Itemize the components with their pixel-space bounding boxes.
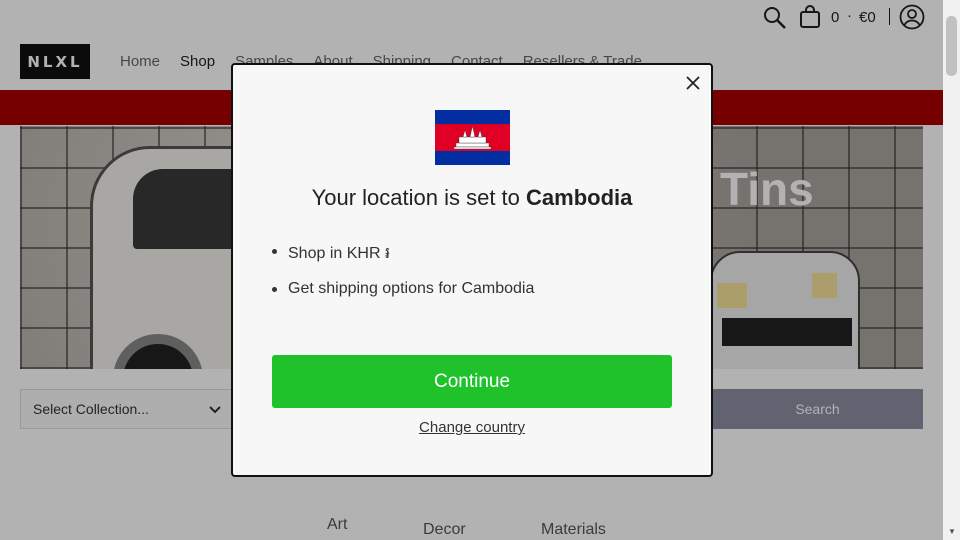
continue-button[interactable]: Continue [272,355,672,408]
location-title-prefix: Your location is set to [311,185,520,210]
list-item: Get shipping options for Cambodia [271,280,535,297]
cambodia-flag-icon [435,110,510,165]
change-country-link[interactable]: Change country [233,419,711,436]
location-modal: Your location is set to Cambodia Shop in… [231,63,713,477]
list-item: Shop in KHR ៛ [271,242,534,266]
page-scrollbar[interactable]: ▼ [943,0,960,540]
location-title: Your location is set to Cambodia [233,185,711,211]
scroll-down-arrow-icon[interactable]: ▼ [948,527,956,536]
close-icon[interactable] [684,74,702,92]
location-country: Cambodia [526,185,633,210]
scrollbar-thumb[interactable] [946,16,957,76]
location-benefits-list: Shop in KHR ៛ Get shipping options for C… [271,242,535,312]
